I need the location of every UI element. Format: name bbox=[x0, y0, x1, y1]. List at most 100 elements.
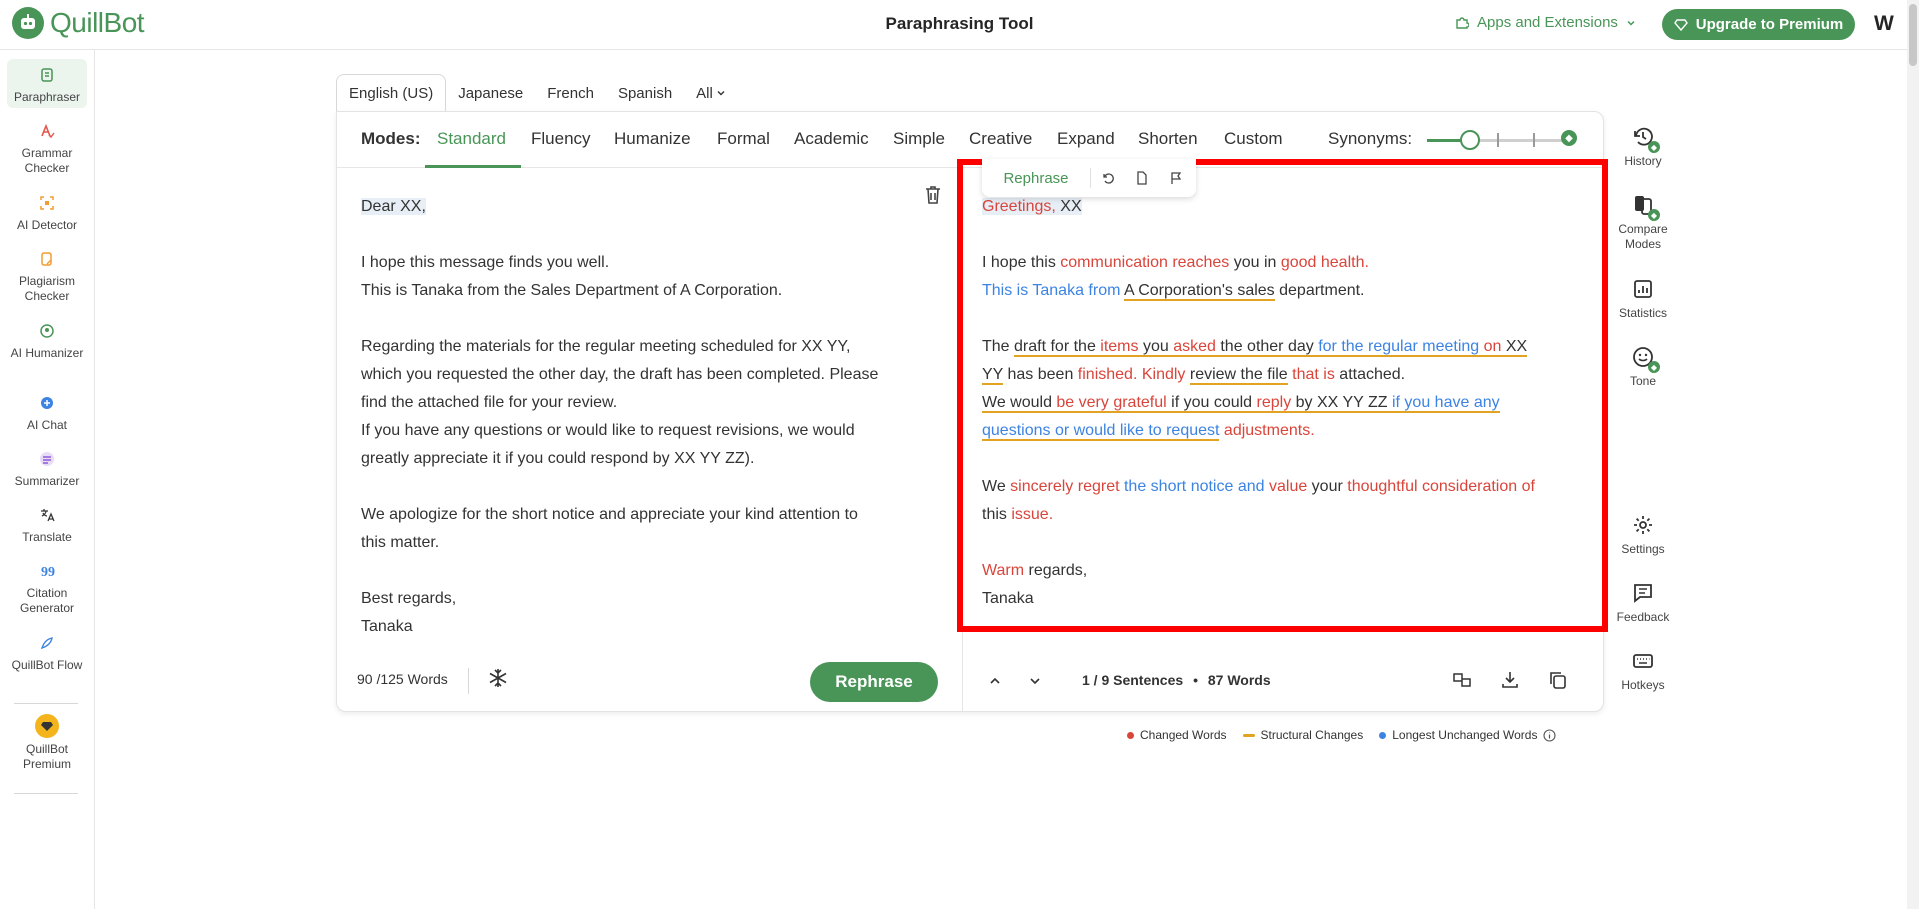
output-segment[interactable]: the other day bbox=[1215, 338, 1319, 357]
input-text-area[interactable]: Dear XX, I hope this message finds you we… bbox=[361, 193, 921, 641]
output-segment[interactable]: if you could bbox=[1166, 394, 1257, 413]
info-icon[interactable] bbox=[1543, 728, 1557, 742]
output-segment[interactable]: you bbox=[1138, 338, 1174, 357]
output-segment[interactable]: be very grateful bbox=[1056, 394, 1167, 413]
output-segment[interactable]: by XX YY ZZ bbox=[1291, 394, 1392, 413]
output-segment[interactable]: questions or would like to request bbox=[982, 422, 1220, 441]
sidebar-item-ai-chat[interactable]: AI Chat bbox=[7, 392, 87, 433]
output-segment[interactable]: on bbox=[1483, 338, 1502, 357]
output-segment[interactable]: review the file bbox=[1189, 366, 1288, 385]
scrollbar-thumb[interactable] bbox=[1909, 4, 1917, 66]
tab-all-languages[interactable]: All bbox=[684, 74, 738, 112]
rail-hotkeys[interactable]: Hotkeys bbox=[1610, 648, 1676, 693]
output-segment[interactable]: YY bbox=[982, 366, 1004, 385]
rail-history[interactable]: ◆ History bbox=[1610, 124, 1676, 169]
mode-simple[interactable]: Simple bbox=[893, 129, 945, 149]
sentence-rephrase-button[interactable]: Rephrase bbox=[982, 170, 1090, 187]
output-segment[interactable]: We would bbox=[982, 394, 1057, 413]
rail-statistics[interactable]: Statistics bbox=[1610, 276, 1676, 321]
output-segment[interactable]: We bbox=[982, 478, 1010, 495]
tab-french[interactable]: French bbox=[535, 74, 606, 112]
output-segment[interactable]: reply bbox=[1256, 394, 1292, 413]
output-segment[interactable]: A Corporation's sales bbox=[1123, 282, 1275, 301]
rail-tone[interactable]: ◆ Tone bbox=[1610, 344, 1676, 389]
mode-standard[interactable]: Standard bbox=[437, 129, 506, 149]
output-segment[interactable]: for the regular meeting bbox=[1318, 338, 1480, 357]
sidebar-item-citation-generator[interactable]: 99 Citation Generator bbox=[7, 560, 87, 616]
output-segment[interactable]: that is bbox=[1292, 366, 1335, 383]
mode-shorten[interactable]: Shorten bbox=[1138, 129, 1198, 149]
output-segment[interactable]: the short notice and bbox=[1124, 478, 1265, 495]
user-avatar[interactable]: W bbox=[1874, 12, 1894, 36]
output-segment[interactable]: draft for the bbox=[1014, 338, 1101, 357]
output-segment[interactable] bbox=[1479, 338, 1484, 357]
output-segment[interactable]: The bbox=[982, 338, 1014, 355]
mode-creative[interactable]: Creative bbox=[969, 129, 1032, 149]
synonyms-slider[interactable] bbox=[1427, 130, 1569, 150]
rail-settings[interactable]: Settings bbox=[1610, 512, 1676, 557]
output-segment[interactable]: your bbox=[1307, 478, 1347, 495]
output-segment[interactable]: Warm bbox=[982, 562, 1024, 579]
output-segment[interactable]: XX bbox=[1501, 338, 1528, 357]
mode-custom[interactable]: Custom bbox=[1224, 129, 1283, 149]
output-segment[interactable]: communication reaches bbox=[1060, 254, 1229, 271]
output-text-area[interactable]: Greetings, XX I hope this communication r… bbox=[982, 193, 1582, 613]
undo-icon[interactable] bbox=[1091, 163, 1125, 193]
output-segment[interactable]: this bbox=[982, 506, 1011, 523]
rephrase-button[interactable]: Rephrase bbox=[810, 662, 938, 702]
tab-japanese[interactable]: Japanese bbox=[446, 74, 535, 112]
apps-extensions-menu[interactable]: Apps and Extensions bbox=[1455, 14, 1636, 31]
output-segment[interactable]: attached. bbox=[1335, 366, 1405, 383]
sidebar-item-ai-humanizer[interactable]: AI Humanizer bbox=[7, 320, 87, 361]
chevron-up-icon[interactable] bbox=[983, 669, 1007, 693]
sidebar-item-paraphraser[interactable]: Paraphraser bbox=[7, 59, 87, 108]
flag-icon[interactable] bbox=[1159, 163, 1193, 193]
output-segment[interactable]: finished. Kindly bbox=[1078, 366, 1186, 383]
trash-icon[interactable] bbox=[923, 184, 943, 206]
output-segment[interactable]: value bbox=[1269, 478, 1307, 495]
synonyms-slider-handle[interactable] bbox=[1459, 130, 1480, 150]
output-segment[interactable]: department. bbox=[1275, 282, 1364, 299]
output-segment[interactable]: adjustments. bbox=[1224, 422, 1315, 439]
rail-compare-modes[interactable]: ◆ Compare Modes bbox=[1610, 192, 1676, 252]
output-segment[interactable]: asked bbox=[1173, 338, 1216, 357]
tab-spanish[interactable]: Spanish bbox=[606, 74, 684, 112]
copy-icon[interactable] bbox=[1545, 667, 1571, 693]
output-segment[interactable]: you in bbox=[1229, 254, 1281, 271]
page-scrollbar[interactable] bbox=[1907, 0, 1919, 909]
rail-feedback[interactable]: Feedback bbox=[1610, 580, 1676, 625]
tab-english-us[interactable]: English (US) bbox=[336, 74, 447, 112]
sidebar-item-translate[interactable]: Translate bbox=[7, 504, 87, 545]
output-segment[interactable]: has been bbox=[1003, 366, 1078, 383]
output-segment[interactable]: items bbox=[1100, 338, 1139, 357]
compare-icon[interactable] bbox=[1449, 667, 1475, 693]
output-segment[interactable]: I hope this bbox=[982, 254, 1060, 271]
sidebar-item-summarizer[interactable]: Summarizer bbox=[7, 448, 87, 489]
sidebar-item-ai-detector[interactable]: AI Detector bbox=[7, 192, 87, 233]
output-segment[interactable]: good health. bbox=[1281, 254, 1369, 271]
mode-humanize[interactable]: Humanize bbox=[614, 129, 691, 149]
output-segment[interactable]: if you have any bbox=[1391, 394, 1500, 413]
output-segment[interactable]: This is Tanaka from bbox=[982, 282, 1120, 299]
output-segment[interactable]: sincerely regret bbox=[1010, 478, 1119, 495]
upgrade-premium-button[interactable]: Upgrade to Premium bbox=[1662, 9, 1855, 40]
mode-expand[interactable]: Expand bbox=[1057, 129, 1115, 149]
mode-fluency[interactable]: Fluency bbox=[531, 129, 591, 149]
download-icon[interactable] bbox=[1497, 667, 1523, 693]
output-segment[interactable]: Tanaka bbox=[982, 590, 1034, 607]
quillbot-logo[interactable]: QuillBot bbox=[12, 7, 145, 39]
sidebar-item-quillbot-flow[interactable]: QuillBot Flow bbox=[7, 632, 87, 673]
sidebar-item-quillbot-premium[interactable]: QuillBot Premium bbox=[7, 714, 87, 772]
sidebar-item-plagiarism-checker[interactable]: Plagiarism Checker bbox=[7, 248, 87, 304]
mode-formal[interactable]: Formal bbox=[717, 129, 770, 149]
output-segment[interactable]: Greetings, bbox=[982, 198, 1056, 215]
output-segment[interactable]: regards, bbox=[1024, 562, 1088, 579]
chevron-down-icon[interactable] bbox=[1023, 669, 1047, 693]
output-segment[interactable]: issue. bbox=[1011, 506, 1053, 523]
output-segment[interactable]: thoughtful consideration of bbox=[1347, 478, 1535, 495]
sidebar-item-grammar-checker[interactable]: Grammar Checker bbox=[7, 120, 87, 176]
mode-academic[interactable]: Academic bbox=[794, 129, 869, 149]
output-segment[interactable]: XX bbox=[1060, 198, 1082, 215]
freeze-words-icon[interactable] bbox=[487, 667, 509, 689]
document-icon[interactable] bbox=[1125, 163, 1159, 193]
